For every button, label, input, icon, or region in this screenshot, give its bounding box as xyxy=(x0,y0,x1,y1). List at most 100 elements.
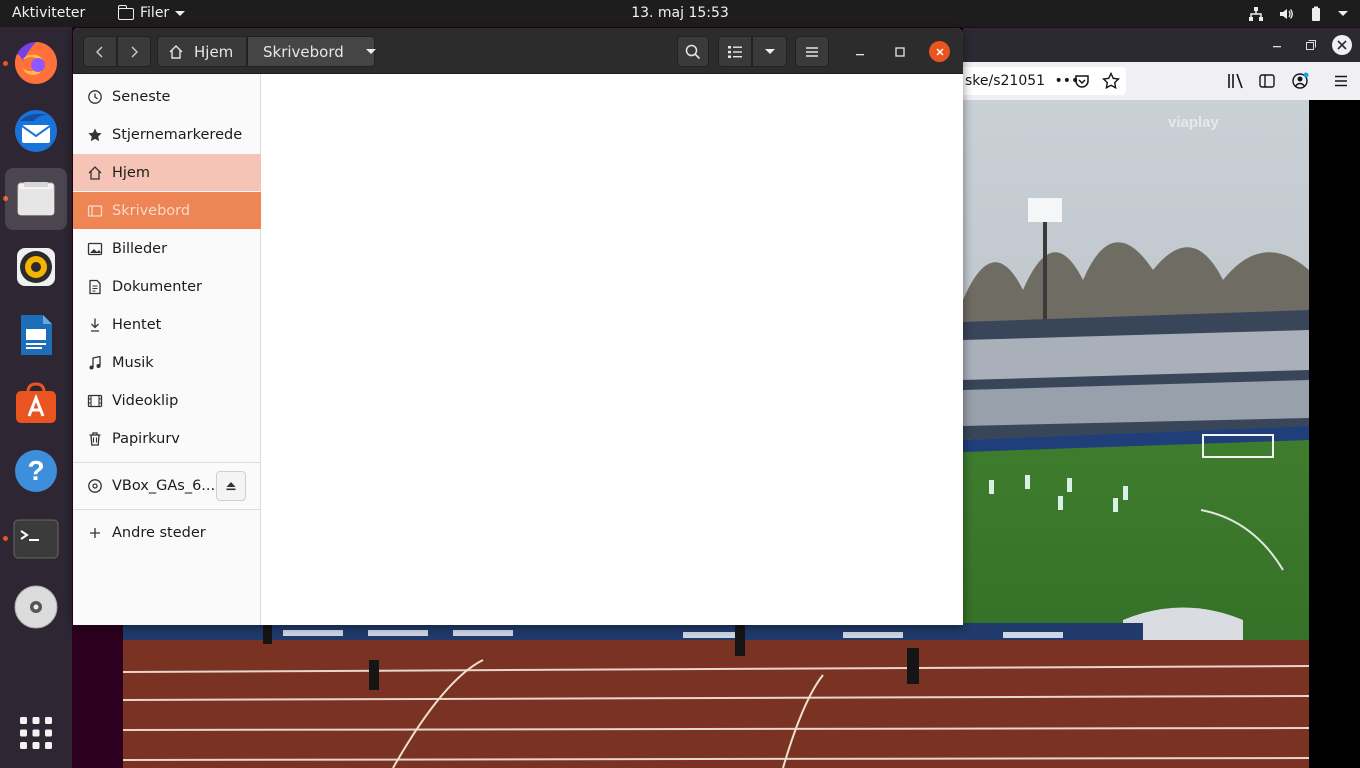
rhythmbox-launcher[interactable] xyxy=(10,241,62,293)
chevron-down-icon xyxy=(1338,11,1348,16)
terminal-icon xyxy=(13,519,59,559)
help-launcher[interactable]: ? xyxy=(10,445,62,497)
eject-icon xyxy=(226,482,236,491)
thunderbird-launcher[interactable] xyxy=(10,105,62,157)
sidebar-item-label: Billeder xyxy=(112,240,168,257)
restore-icon[interactable] xyxy=(1305,39,1317,51)
image-icon xyxy=(87,242,103,255)
browser-toolbar: ske/s21051 ••• xyxy=(963,62,1360,100)
sidebar-item-videos[interactable]: Videoklip xyxy=(73,382,261,419)
firefox-icon xyxy=(14,42,57,84)
eject-button[interactable] xyxy=(216,471,246,501)
system-status-menu[interactable] xyxy=(1248,0,1348,27)
sidebar-item-trash[interactable]: Papirkurv xyxy=(73,420,261,457)
home-icon xyxy=(169,44,183,59)
hamburger-menu-icon[interactable] xyxy=(1333,73,1349,89)
clock-icon xyxy=(88,89,102,104)
minimize-icon xyxy=(856,53,864,55)
sidebar-item-desktop[interactable]: Skrivebord xyxy=(73,192,261,229)
sidebar-item-label: Musik xyxy=(112,354,154,371)
sidebar-item-label: Skrivebord xyxy=(112,202,191,219)
hamburger-menu-icon xyxy=(806,46,818,57)
star-icon xyxy=(88,128,102,141)
maximize-button[interactable] xyxy=(885,36,915,67)
library-icon[interactable] xyxy=(1227,73,1245,89)
list-view-icon xyxy=(728,45,742,58)
chevron-down-icon xyxy=(175,11,186,16)
document-icon xyxy=(21,315,52,355)
sidebar-item-label: Andre steder xyxy=(112,524,206,541)
video-icon xyxy=(87,394,103,407)
running-indicator xyxy=(3,61,8,66)
sidebar-separator xyxy=(73,462,261,463)
browser-edge xyxy=(1309,100,1360,768)
grid-icon xyxy=(20,717,52,749)
files-launcher[interactable] xyxy=(5,168,67,230)
close-icon[interactable] xyxy=(1331,34,1353,56)
bookmark-star-icon[interactable] xyxy=(1102,72,1120,90)
places-sidebar: Seneste Stjernemarkerede Hjem Skrivebord… xyxy=(73,74,261,625)
main-menu-button[interactable] xyxy=(795,36,829,67)
browser-titlebar xyxy=(963,28,1360,62)
path-current-button[interactable]: Skrivebord xyxy=(247,36,376,67)
sidebar-item-label: Hjem xyxy=(112,164,150,181)
sidebar-item-label: Dokumenter xyxy=(112,278,202,295)
terminal-launcher[interactable] xyxy=(10,513,62,565)
plus-icon xyxy=(90,527,100,538)
headerbar: Hjem Skrivebord xyxy=(73,28,963,74)
volume-icon xyxy=(1280,8,1293,19)
activities-button[interactable]: Aktiviteter xyxy=(12,0,85,27)
search-button[interactable] xyxy=(677,36,709,67)
network-icon xyxy=(1249,6,1263,21)
clock[interactable]: 13. maj 15:53 xyxy=(631,5,729,21)
battery-icon xyxy=(1312,6,1320,21)
folder-icon xyxy=(17,182,55,216)
music-icon xyxy=(89,355,101,369)
clock-area: 13. maj 15:53 xyxy=(0,0,1360,27)
back-button[interactable] xyxy=(83,36,117,67)
list-view-button[interactable] xyxy=(718,36,752,67)
path-current-label: Skrivebord xyxy=(263,42,344,61)
running-indicator xyxy=(3,536,8,541)
sidebar-item-starred[interactable]: Stjernemarkerede xyxy=(73,116,261,153)
sidebar-item-downloads[interactable]: Hentet xyxy=(73,306,261,343)
sidebar-item-recent[interactable]: Seneste xyxy=(73,78,261,115)
firefox-launcher[interactable] xyxy=(10,37,62,89)
disc-icon xyxy=(14,585,58,629)
file-manager-window: Hjem Skrivebord Seneste Stjernemarkerede… xyxy=(73,28,963,625)
sidebar-item-music[interactable]: Musik xyxy=(73,344,261,381)
chevron-down-icon xyxy=(764,49,775,54)
sidebar-item-other-locations[interactable]: Andre steder xyxy=(73,514,261,551)
pocket-icon[interactable] xyxy=(1074,73,1090,89)
url-bar[interactable]: ske/s21051 ••• xyxy=(963,67,1126,95)
minimize-button[interactable] xyxy=(845,36,875,67)
help-icon: ? xyxy=(15,450,57,492)
close-button[interactable] xyxy=(929,41,950,62)
sidebar-item-label: Papirkurv xyxy=(112,430,180,447)
sidebar-item-label: Seneste xyxy=(112,88,171,105)
speaker-icon xyxy=(17,248,55,286)
chevron-down-icon xyxy=(365,49,376,54)
view-options-button[interactable] xyxy=(752,36,787,67)
viaplay-watermark: viaplay xyxy=(1168,114,1219,131)
sidebar-separator xyxy=(73,509,261,510)
desktop-icon xyxy=(87,204,103,217)
home-icon xyxy=(88,165,102,180)
disc-icon xyxy=(88,478,102,493)
path-home-button[interactable]: Hjem xyxy=(157,36,247,67)
software-launcher[interactable] xyxy=(10,377,62,429)
sidebar-toggle-icon[interactable] xyxy=(1259,73,1275,89)
sidebar-item-pictures[interactable]: Billeder xyxy=(73,230,261,267)
maximize-icon xyxy=(895,46,905,57)
forward-button[interactable] xyxy=(117,36,151,67)
minimize-icon[interactable] xyxy=(1271,40,1283,52)
sidebar-item-documents[interactable]: Dokumenter xyxy=(73,268,261,305)
account-icon[interactable] xyxy=(1291,72,1309,90)
sidebar-item-home[interactable]: Hjem xyxy=(73,154,261,191)
app-menu-button[interactable]: Filer xyxy=(117,0,186,27)
optical-drive-launcher[interactable] xyxy=(10,581,62,633)
close-icon xyxy=(935,47,944,56)
writer-launcher[interactable] xyxy=(10,309,62,361)
file-view[interactable] xyxy=(262,74,963,625)
show-applications-button[interactable] xyxy=(10,707,62,759)
